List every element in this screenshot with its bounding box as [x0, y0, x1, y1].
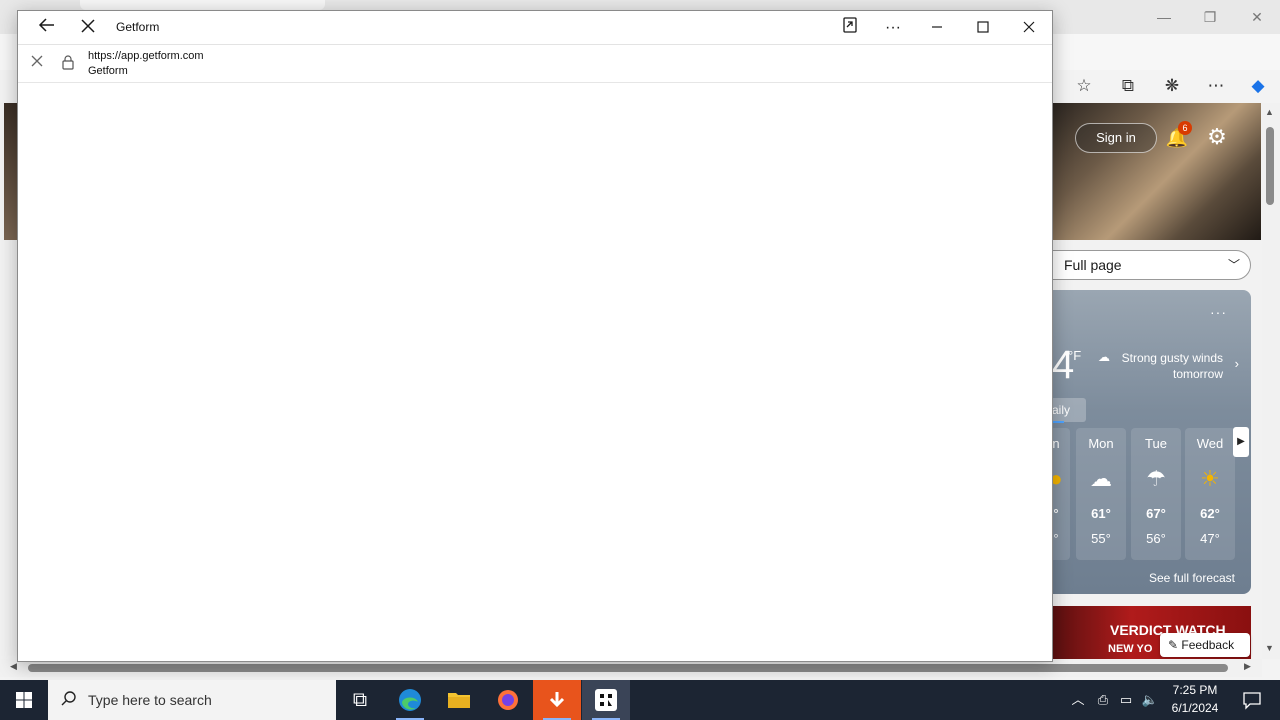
cloudy-icon: ☁: [1090, 466, 1112, 491]
start-button[interactable]: [0, 680, 48, 720]
task-view-icon[interactable]: ⧉: [336, 680, 384, 720]
background-minimize-icon[interactable]: —: [1152, 6, 1176, 28]
lock-icon[interactable]: [58, 54, 78, 74]
partly-sunny-rain-icon: ☀: [1200, 466, 1220, 491]
clock-date[interactable]: 6/1/2024: [1166, 701, 1224, 715]
device-tray-icon[interactable]: ⎙: [1093, 690, 1113, 710]
scroll-right-arrow-icon[interactable]: ▶: [1244, 661, 1251, 672]
popup-page-content: [18, 84, 1052, 661]
weather-card[interactable]: ··· 4 °F ☁ Strong gusty winds tomorrow ›…: [1022, 290, 1251, 594]
downloader-app-icon[interactable]: [533, 680, 581, 720]
volume-speaker-icon[interactable]: 🔈: [1140, 690, 1160, 710]
horizontal-scroll-thumb[interactable]: [28, 664, 1228, 672]
scroll-down-arrow-icon[interactable]: ▼: [1265, 643, 1274, 653]
windows-logo-icon: [16, 692, 32, 708]
see-full-forecast-link[interactable]: See full forecast: [1149, 571, 1235, 585]
forecast-day-low: 56°: [1146, 531, 1166, 546]
forecast-day-name: Wed: [1196, 436, 1224, 451]
layout-select-value: Full page: [1064, 257, 1122, 273]
maximize-icon[interactable]: [968, 15, 998, 41]
background-restore-icon[interactable]: ❐: [1198, 6, 1222, 28]
close-icon[interactable]: [1014, 15, 1044, 41]
rain-cloud-icon: ☂: [1146, 466, 1166, 491]
collections-icon[interactable]: ⧉: [1116, 74, 1140, 98]
back-arrow-icon[interactable]: [32, 15, 62, 41]
feedback-button[interactable]: ✎ Feedback: [1160, 633, 1250, 657]
popup-title: Getform: [116, 20, 160, 34]
popup-url[interactable]: https://app.getform.com: [88, 50, 204, 62]
popup-titlebar: Getform ···: [18, 11, 1052, 45]
weather-more-icon[interactable]: ···: [1210, 304, 1227, 320]
show-hidden-icons-chevron-up-icon[interactable]: ︿: [1068, 690, 1088, 710]
forecast-day-mon[interactable]: Mon ☁ 61° 55°: [1076, 428, 1126, 560]
copilot-icon[interactable]: ◆: [1246, 74, 1270, 98]
layout-select[interactable]: Full page ﹀: [1052, 250, 1251, 280]
action-center-notification-icon[interactable]: [1232, 680, 1272, 720]
extensions-icon[interactable]: ❋: [1160, 74, 1184, 98]
open-in-browser-icon[interactable]: [835, 15, 865, 41]
forecast-next-arrow-icon[interactable]: ▶: [1233, 427, 1249, 457]
favorites-star-icon[interactable]: ☆: [1072, 74, 1096, 98]
weather-unit: °F: [1068, 348, 1082, 363]
clock-time[interactable]: 7:25 PM: [1166, 683, 1224, 697]
forecast-day-high: 62°: [1200, 506, 1220, 521]
chevron-down-icon: ﹀: [1227, 258, 1240, 272]
stop-loading-icon[interactable]: [73, 15, 103, 41]
browser-menu-icon[interactable]: ⋯: [1204, 74, 1228, 98]
settings-gear-icon[interactable]: ⚙: [1204, 124, 1230, 150]
file-explorer-icon[interactable]: [435, 680, 483, 720]
weather-condition-line2: tomorrow: [1172, 367, 1223, 381]
scroll-left-arrow-icon[interactable]: ◀: [10, 661, 17, 672]
notification-count-badge: 6: [1178, 121, 1192, 135]
sign-in-button[interactable]: Sign in: [1075, 123, 1157, 153]
forecast-day-wed[interactable]: Wed ☀ 62° 47°: [1185, 428, 1235, 560]
search-placeholder: Type here to search: [88, 692, 212, 708]
forecast-day-low: 55°: [1091, 531, 1111, 546]
popup-site-name: Getform: [88, 65, 128, 77]
firefox-icon[interactable]: [484, 680, 532, 720]
feedback-icon: ✎: [1168, 638, 1182, 652]
getform-app-icon[interactable]: [582, 680, 630, 720]
forecast-day-high: 67°: [1146, 506, 1166, 521]
weather-condition: Strong gusty winds tomorrow: [1098, 350, 1223, 382]
weather-daily-tab[interactable]: aily: [1052, 398, 1086, 422]
news-subheadline: NEW YO: [1108, 643, 1153, 655]
forecast-day-name: Mon: [1088, 436, 1114, 451]
edge-browser-icon[interactable]: [386, 680, 434, 720]
weather-tab-underline: [1052, 421, 1064, 423]
forecast-day-tue[interactable]: Tue ☂ 67° 56°: [1131, 428, 1181, 560]
vertical-scroll-thumb[interactable]: [1266, 127, 1274, 205]
taskbar-search-box[interactable]: Type here to search: [48, 680, 336, 720]
popup-address-bar: https://app.getform.com Getform: [18, 46, 1052, 83]
feedback-label: Feedback: [1181, 638, 1235, 652]
minimize-icon[interactable]: [922, 15, 952, 41]
forecast-day-high: 61°: [1091, 506, 1111, 521]
windows-taskbar: Type here to search ⧉ ︿ ⎙ ▭ 🔈 7:25 PM 6/…: [0, 680, 1280, 720]
background-browser-tab[interactable]: [80, 0, 325, 10]
scroll-up-arrow-icon[interactable]: ▲: [1265, 107, 1274, 117]
forecast-day-low: 47°: [1200, 531, 1220, 546]
forecast-day-name: Tue: [1145, 436, 1167, 451]
search-icon: [60, 690, 80, 710]
vertical-scrollbar[interactable]: ▲ ▼: [1262, 103, 1280, 659]
background-close-icon[interactable]: ✕: [1245, 6, 1269, 28]
background-hero-image-edge: [4, 103, 18, 240]
getform-popup-window: Getform ··· https://app.getform.com Getf…: [17, 10, 1053, 662]
weather-condition-line1: Strong gusty winds: [1121, 351, 1223, 365]
stop-loading-icon[interactable]: [27, 54, 47, 74]
network-icon[interactable]: ▭: [1116, 690, 1136, 710]
more-options-icon[interactable]: ···: [878, 15, 908, 41]
chevron-right-icon[interactable]: ›: [1235, 356, 1239, 371]
